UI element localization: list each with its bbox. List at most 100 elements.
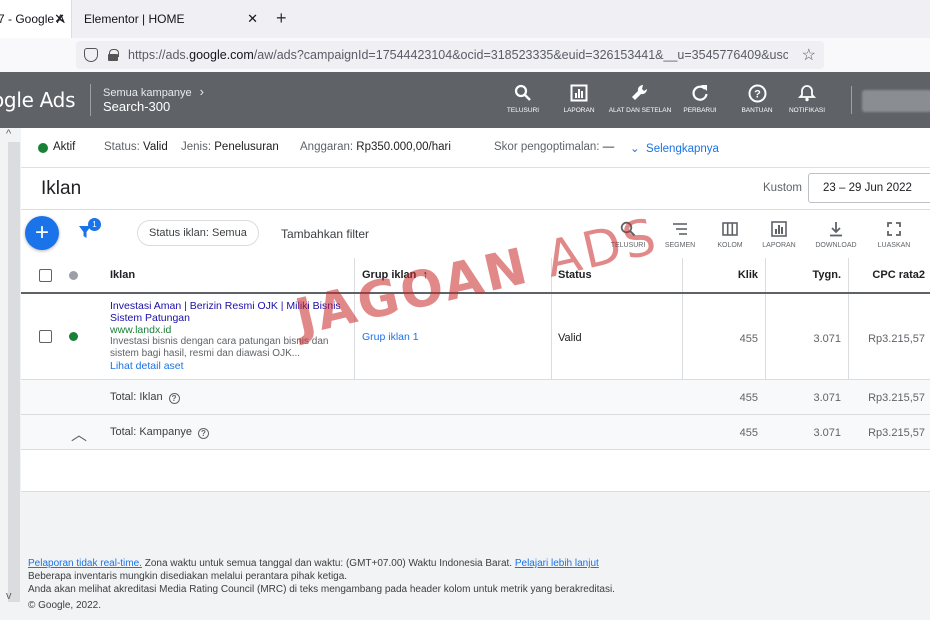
- breadcrumb-all-campaigns[interactable]: Semua kampanye ›: [103, 84, 204, 99]
- budget-info[interactable]: Anggaran: Rp350.000,00/hari: [300, 141, 451, 153]
- bell-icon: [775, 82, 839, 104]
- tab-title: Elementor | HOME: [84, 12, 185, 26]
- header-button-label: NOTIFIKASI: [788, 107, 826, 114]
- browser-tab-strip: 7 - Google A ✕ Elementor | HOME ✕ +: [0, 0, 930, 38]
- address-bar[interactable]: https://ads.google.com/aw/ads?campaignId…: [76, 41, 824, 69]
- campaign-name[interactable]: Search-300: [103, 99, 170, 114]
- ad-status: Valid: [558, 332, 582, 344]
- page-footer: Pelaporan tidak real-time. Zona waktu un…: [28, 557, 615, 612]
- impressions-value: 3.071: [813, 333, 841, 345]
- avg-cpc-value: Rp3.215,57: [868, 333, 925, 345]
- refresh-icon: [668, 82, 732, 104]
- header-button-label: LAPORAN: [563, 107, 595, 114]
- total-campaign-cpc: Rp3.215,57: [868, 427, 925, 439]
- table-expand-button[interactable]: LUASKAN: [869, 220, 919, 249]
- chevron-right-icon: ›: [199, 84, 205, 99]
- column-header-clicks[interactable]: Klik: [683, 269, 758, 281]
- optimization-score[interactable]: Skor pengoptimalan: —: [494, 141, 614, 153]
- divider: [21, 209, 930, 210]
- table-row: Investasi Aman | Berizin Resmi OJK | Mil…: [21, 294, 930, 380]
- ads-header: ogle Ads Semua kampanye › Search-300 TELU…: [0, 72, 930, 128]
- learn-more-link[interactable]: Pelajari lebih lanjut: [515, 558, 599, 569]
- page-title: Iklan: [41, 178, 82, 199]
- left-scrollbar[interactable]: [8, 142, 20, 602]
- close-icon[interactable]: ✕: [247, 11, 258, 27]
- more-details-link[interactable]: ⌄ Selengkapnya: [630, 141, 719, 155]
- header-button-label: TELUSURI: [506, 107, 540, 114]
- header-report-button[interactable]: LAPORAN: [547, 82, 611, 115]
- add-ad-button[interactable]: +: [25, 216, 59, 250]
- ad-group-link[interactable]: Grup iklan 1: [362, 331, 419, 343]
- left-rail: ^ v: [0, 128, 21, 620]
- google-ads-logo[interactable]: ogle Ads: [0, 88, 76, 112]
- bookmark-star-icon[interactable]: ☆: [802, 45, 816, 65]
- header-notifications-button[interactable]: NOTIFIKASI: [775, 82, 839, 115]
- svg-text:?: ?: [754, 88, 761, 100]
- enabled-status-dot[interactable]: [69, 332, 78, 341]
- ad-status-filter-chip[interactable]: Status iklan: Semua: [137, 220, 259, 246]
- new-tab-button[interactable]: +: [276, 8, 287, 29]
- expand-icon: [869, 220, 919, 238]
- active-status-label[interactable]: Aktif: [53, 141, 75, 153]
- table-report-button[interactable]: LAPORAN: [754, 220, 804, 249]
- table-segment-button[interactable]: SEGMEN: [655, 220, 705, 249]
- table-columns-button[interactable]: KOLOM: [705, 220, 755, 249]
- row-checkbox[interactable]: [39, 330, 52, 343]
- close-icon[interactable]: ✕: [54, 11, 65, 27]
- total-ads-label: Total: Iklan?: [110, 391, 180, 404]
- shield-icon[interactable]: [84, 48, 98, 62]
- tab-google-ads[interactable]: 7 - Google A ✕: [0, 0, 72, 38]
- header-refresh-button[interactable]: PERBARUI: [668, 82, 732, 115]
- tool-label: LUASKAN: [877, 242, 911, 249]
- total-campaign-clicks: 455: [739, 427, 758, 439]
- header-button-label: ALAT DAN SETELAN: [608, 107, 672, 114]
- total-campaign-row: ︿ Total: Kampanye? 455 3.071 Rp3.215,57: [21, 415, 930, 450]
- date-preset-label: Kustom: [763, 182, 802, 194]
- report-icon: [547, 82, 611, 104]
- total-ads-impressions: 3.071: [813, 392, 841, 404]
- header-divider: [90, 84, 91, 116]
- clicks-value: 455: [739, 333, 758, 345]
- help-icon[interactable]: ?: [197, 428, 209, 439]
- non-realtime-reporting-link[interactable]: Pelaporan tidak real-time.: [28, 558, 142, 569]
- footer-line-1: Pelaporan tidak real-time. Zona waktu un…: [28, 558, 599, 569]
- segment-icon: [655, 220, 705, 238]
- campaign-status-bar: Aktif Status: Valid Jenis: Penelusuran A…: [21, 128, 930, 168]
- chevron-up-icon[interactable]: ^: [6, 128, 11, 140]
- columns-icon: [705, 220, 755, 238]
- select-all-checkbox[interactable]: [39, 269, 52, 282]
- chevron-down-icon[interactable]: v: [6, 590, 12, 602]
- header-tools-button[interactable]: ALAT DAN SETELAN: [608, 82, 672, 115]
- column-header-ad[interactable]: Iklan: [110, 269, 135, 281]
- view-asset-details-link[interactable]: Lihat detail aset: [110, 360, 348, 372]
- tab-elementor[interactable]: Elementor | HOME ✕: [72, 0, 272, 38]
- account-info-blurred[interactable]: [862, 90, 930, 112]
- type-info: Jenis: Penelusuran: [181, 141, 279, 153]
- tool-label: SEGMEN: [664, 242, 696, 249]
- chevron-down-icon: ⌄: [630, 143, 640, 155]
- status-info: Status: Valid: [104, 141, 168, 153]
- header-button-label: PERBARUI: [683, 107, 717, 114]
- url-text[interactable]: https://ads.google.com/aw/ads?campaignId…: [128, 48, 788, 62]
- total-ads-cpc: Rp3.215,57: [868, 392, 925, 404]
- tool-label: LAPORAN: [762, 242, 796, 249]
- add-filter-button[interactable]: Tambahkan filter: [281, 227, 369, 241]
- filter-count-badge: 1: [88, 218, 101, 231]
- active-status-dot: [38, 143, 48, 153]
- download-icon: [811, 220, 861, 238]
- help-icon[interactable]: ?: [168, 393, 180, 404]
- lock-icon[interactable]: [108, 49, 119, 61]
- header-search-button[interactable]: TELUSURI: [491, 82, 555, 115]
- footer-line-2: Beberapa inventaris mungkin disediakan m…: [28, 571, 348, 582]
- report-icon: [754, 220, 804, 238]
- copyright: © Google, 2022.: [28, 600, 101, 611]
- column-header-avg-cpc[interactable]: CPC rata2: [849, 269, 925, 281]
- collapse-chevron-up-icon[interactable]: ︿: [71, 421, 87, 445]
- status-dot-header: [69, 271, 78, 280]
- footer-line-3: Anda akan melihat akreditasi Media Ratin…: [28, 584, 615, 595]
- table-download-button[interactable]: DOWNLOAD: [811, 220, 861, 249]
- wrench-icon: [608, 82, 672, 104]
- search-icon: [491, 82, 555, 104]
- column-header-impressions[interactable]: Tygn.: [766, 269, 841, 281]
- date-range-picker[interactable]: 23 – 29 Jun 2022: [808, 173, 930, 203]
